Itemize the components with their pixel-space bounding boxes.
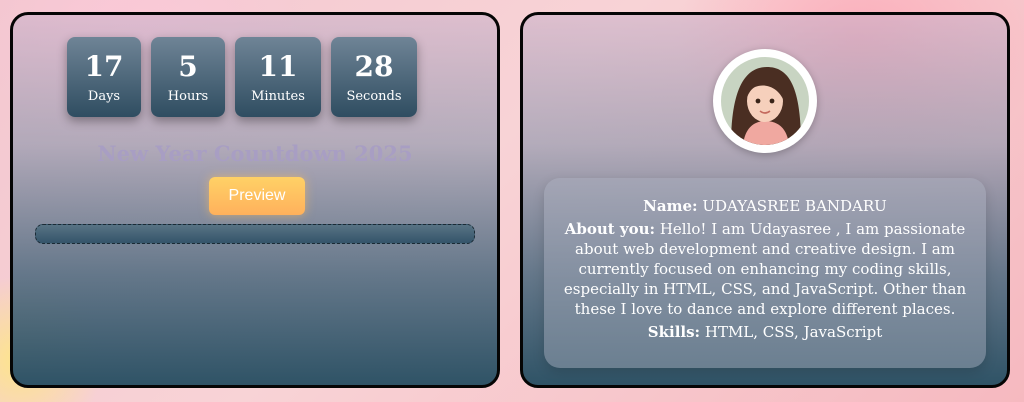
about-label: About you: xyxy=(564,220,656,238)
skills-label: Skills: xyxy=(647,323,701,341)
hours-box: 5 Hours xyxy=(151,37,225,117)
countdown-title: New Year Countdown 2025 xyxy=(97,141,413,166)
minutes-value: 11 xyxy=(258,49,298,83)
skills-value: HTML, CSS, JavaScript xyxy=(704,323,883,341)
profile-info-panel: Name: UDAYASREE BANDARU About you: Hello… xyxy=(544,178,986,368)
seconds-value: 28 xyxy=(354,49,394,83)
avatar xyxy=(713,49,817,153)
minutes-label: Minutes xyxy=(251,88,305,104)
hours-label: Hours xyxy=(167,88,209,104)
days-label: Days xyxy=(87,88,121,104)
avatar-icon xyxy=(721,57,809,145)
name-value: UDAYASREE BANDARU xyxy=(702,197,887,215)
hours-value: 5 xyxy=(178,49,198,83)
preview-button[interactable]: Preview xyxy=(209,177,305,215)
progress-bar xyxy=(35,224,475,244)
countdown-timer: 17 Days 5 Hours 11 Minutes 28 Seconds xyxy=(67,37,417,117)
seconds-label: Seconds xyxy=(346,88,402,104)
minutes-box: 11 Minutes xyxy=(235,37,321,117)
name-label: Name: xyxy=(643,197,698,215)
profile-card: Name: UDAYASREE BANDARU About you: Hello… xyxy=(520,12,1010,388)
skills-row: Skills: HTML, CSS, JavaScript xyxy=(558,322,972,342)
name-row: Name: UDAYASREE BANDARU xyxy=(558,196,972,216)
seconds-box: 28 Seconds xyxy=(331,37,417,117)
countdown-card: 17 Days 5 Hours 11 Minutes 28 Seconds Ne… xyxy=(10,12,500,388)
days-box: 17 Days xyxy=(67,37,141,117)
days-value: 17 xyxy=(84,49,124,83)
about-row: About you: Hello! I am Udayasree , I am … xyxy=(558,219,972,319)
